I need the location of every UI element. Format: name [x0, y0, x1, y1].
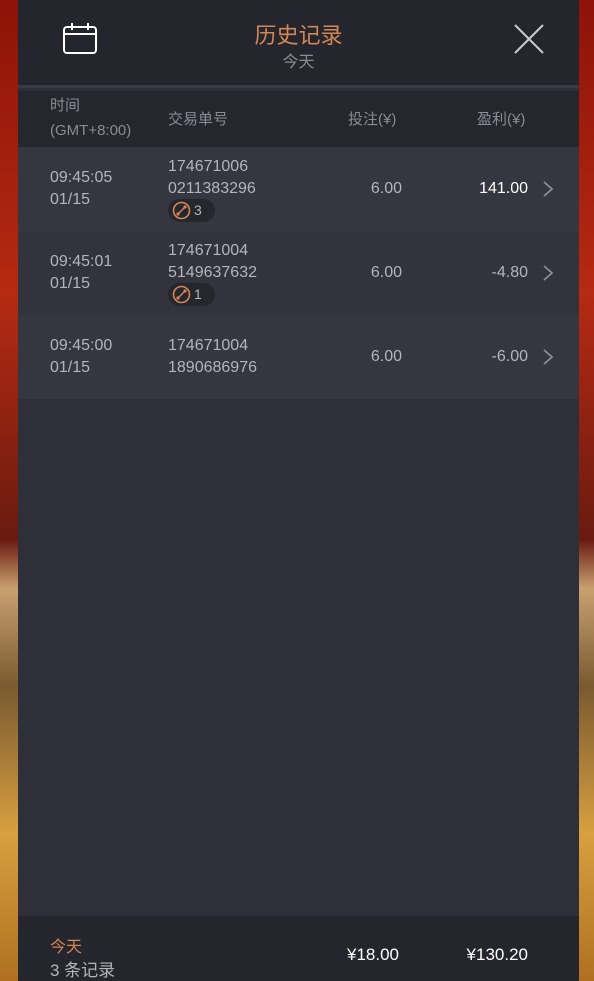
badge-count: 3 [194, 202, 202, 218]
row-order-cell: 174671004 5149637632 [168, 240, 257, 284]
chevron-right-icon [543, 265, 554, 281]
row-order-id-line1: 174671004 [168, 242, 249, 259]
row-order-id-line2: 5149637632 [168, 264, 257, 281]
close-icon[interactable] [512, 22, 546, 56]
row-date: 01/15 [50, 275, 91, 292]
column-header-timezone: (GMT+8:00) [50, 122, 132, 139]
panel-header: 历史记录 今天 [18, 0, 579, 88]
table-row[interactable]: 09:45:05 01/15 174671006 0211383296 3 6.… [18, 147, 579, 231]
chevron-right-icon [543, 181, 554, 197]
column-header-row: 时间 (GMT+8:00) 交易单号 投注(¥) 盈利(¥) [18, 91, 579, 147]
rounds-icon [172, 285, 191, 304]
column-header-bet: 投注(¥) [348, 111, 397, 128]
footer-total-profit: ¥130.20 [466, 945, 528, 964]
row-order-cell: 174671006 0211383296 [168, 156, 256, 200]
round-count-badge: 1 [168, 283, 215, 306]
row-order-id-line2: 0211383296 [168, 180, 256, 197]
row-order-id-line1: 174671004 [168, 337, 249, 354]
history-list: 09:45:05 01/15 174671006 0211383296 3 6.… [18, 147, 579, 399]
column-header-order-id: 交易单号 [168, 111, 229, 128]
table-row[interactable]: 09:45:01 01/15 174671004 5149637632 1 6.… [18, 231, 579, 315]
column-header-time: 时间 [50, 97, 81, 114]
row-order-cell: 174671004 1890686976 [168, 335, 257, 379]
page-title: 历史记录 [254, 23, 343, 48]
row-time-cell: 09:45:00 01/15 [50, 335, 112, 379]
row-profit: -4.80 [491, 264, 528, 281]
row-time: 09:45:00 [50, 337, 113, 354]
row-date: 01/15 [50, 191, 91, 208]
table-row[interactable]: 09:45:00 01/15 174671004 1890686976 6.00… [18, 315, 579, 399]
row-time-cell: 09:45:01 01/15 [50, 251, 112, 295]
row-time-cell: 09:45:05 01/15 [50, 167, 112, 211]
background-right-strip [579, 0, 594, 981]
footer-period-label: 今天 [50, 939, 83, 956]
badge-count: 1 [194, 286, 202, 302]
history-panel: 历史记录 今天 时间 (GMT+8:00) 交易单号 投注(¥) 盈利(¥) 0… [18, 0, 579, 981]
chevron-right-icon [543, 349, 554, 365]
row-date: 01/15 [50, 359, 91, 376]
summary-footer: 今天 3 条记录 ¥18.00 ¥130.20 [18, 916, 579, 981]
row-bet: 6.00 [370, 264, 402, 281]
rounds-icon [172, 201, 191, 220]
row-profit: 141.00 [479, 180, 528, 197]
footer-record-count: 3 条记录 [50, 961, 116, 980]
round-count-badge: 3 [168, 199, 215, 222]
row-order-id-line2: 1890686976 [168, 359, 257, 376]
row-profit: -6.00 [491, 348, 528, 365]
row-bet: 6.00 [370, 348, 402, 365]
row-time: 09:45:01 [50, 253, 113, 270]
background-left-strip [0, 0, 18, 981]
footer-total-bet: ¥18.00 [347, 945, 399, 964]
column-header-profit: 盈利(¥) [477, 111, 526, 128]
row-bet: 6.00 [370, 180, 402, 197]
row-time: 09:45:05 [50, 169, 113, 186]
row-order-id-line1: 174671006 [168, 158, 249, 175]
page-subtitle: 今天 [282, 54, 315, 71]
